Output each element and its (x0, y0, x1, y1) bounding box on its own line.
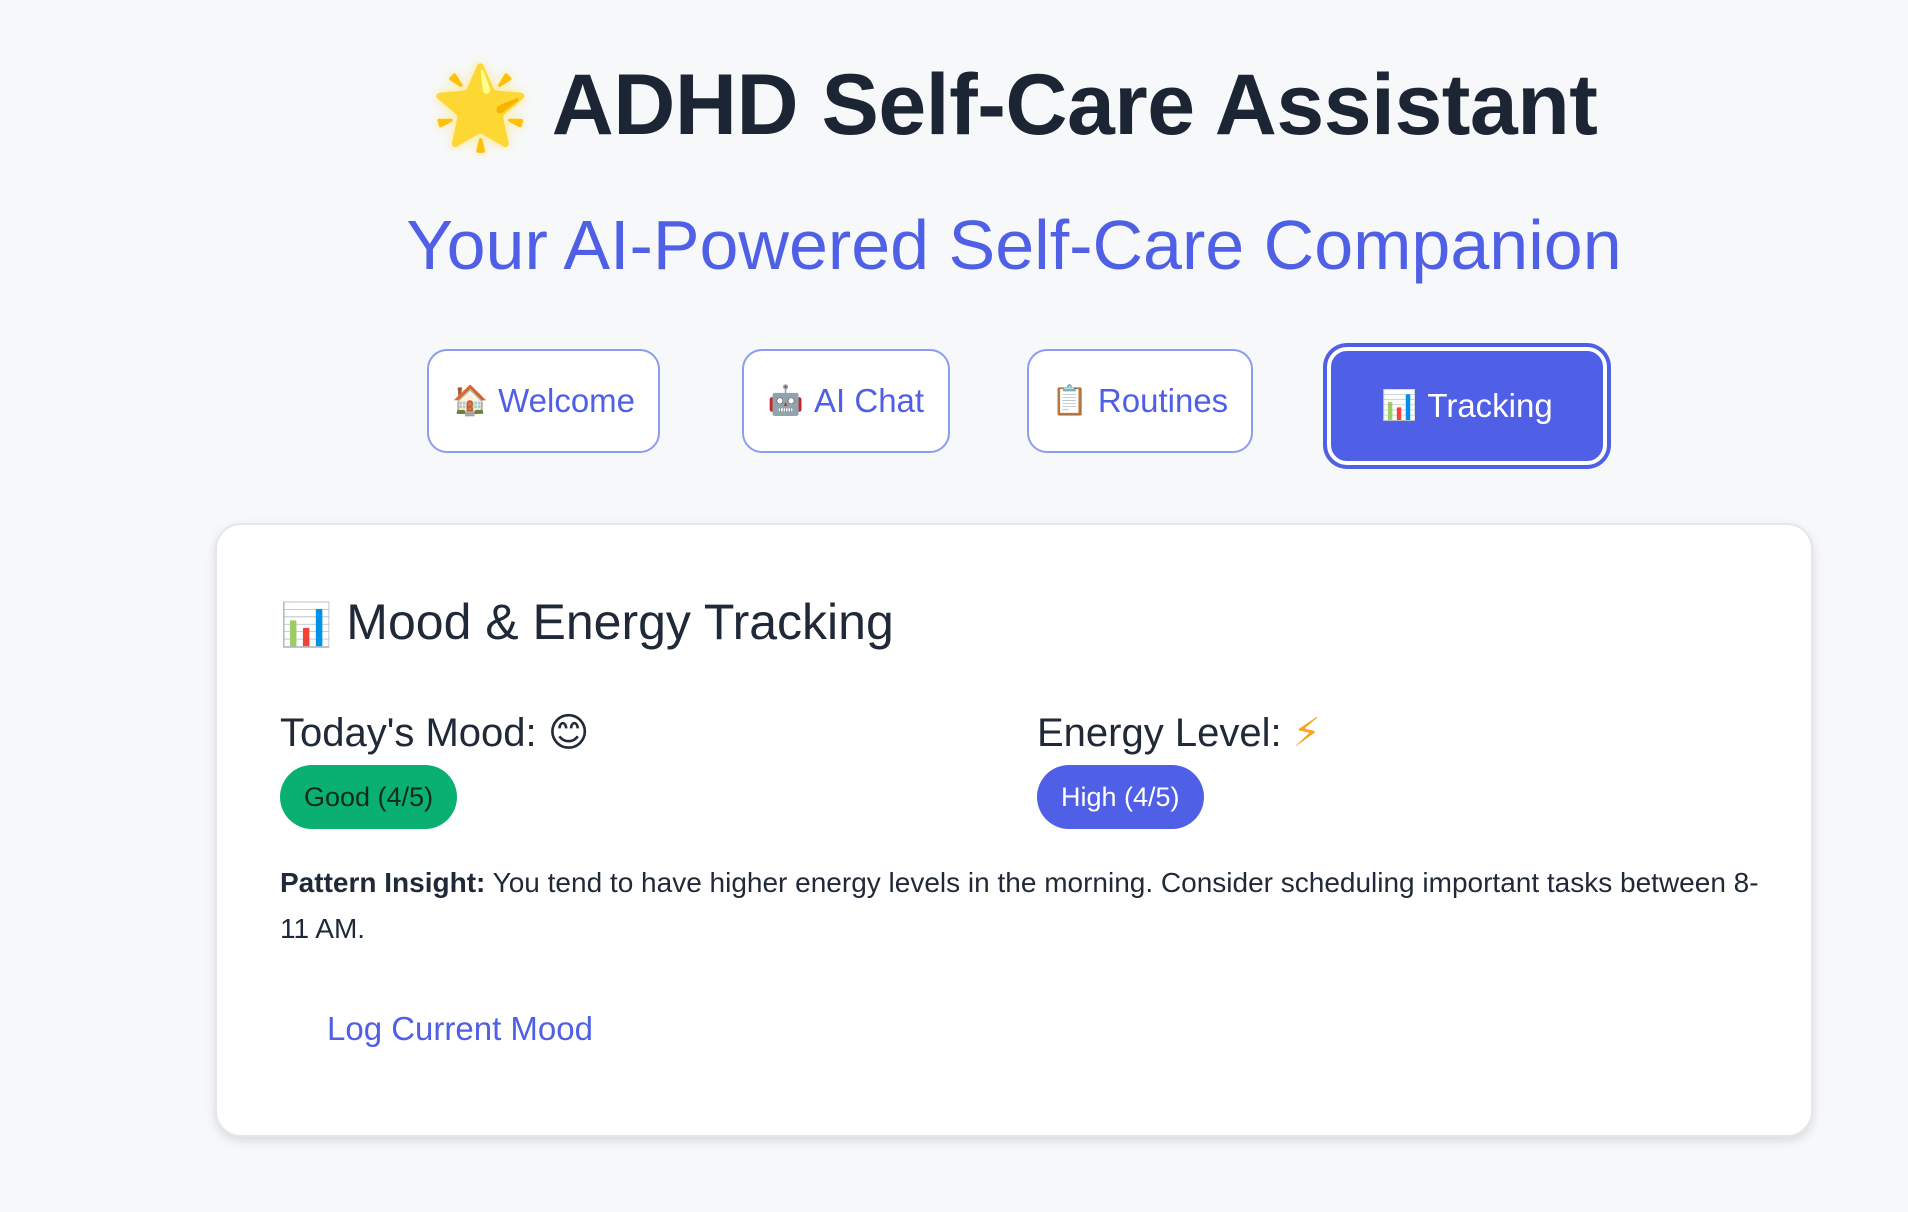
robot-icon: 🤖 (767, 385, 805, 417)
tracking-title-text: Mood & Energy Tracking (346, 594, 894, 650)
lightning-icon: ⚡ (1292, 711, 1321, 755)
mood-badge: Good (4/5) (280, 765, 458, 829)
insight-text: You tend to have higher energy levels in… (280, 867, 1759, 944)
tab-welcome[interactable]: 🏠 Welcome (427, 349, 660, 453)
energy-label-text: Energy Level: (1037, 711, 1282, 755)
tab-label: AI Chat (814, 382, 925, 419)
clipboard-icon: 📋 (1051, 385, 1088, 417)
log-mood-button[interactable]: Log Current Mood (327, 1010, 593, 1048)
page: 🌟 ADHD Self-Care Assistant Your AI-Powere… (0, 0, 1908, 1212)
bar-chart-icon: 📊 (280, 601, 333, 648)
mood-label: Today's Mood: 😊 (280, 710, 590, 756)
house-icon: 🏠 (451, 385, 489, 417)
energy-label: Energy Level: ⚡ (1037, 710, 1321, 756)
tab-ai-chat[interactable]: 🤖 AI Chat (742, 349, 950, 453)
tracking-title: 📊 Mood & Energy Tracking (280, 593, 894, 651)
tab-routines[interactable]: 📋 Routines (1027, 349, 1253, 453)
tab-tracking[interactable]: 📊 Tracking (1327, 347, 1607, 465)
app-subtitle: Your AI-Powered Self-Care Companion (406, 206, 1622, 284)
tab-label: Welcome (498, 382, 636, 419)
insight-label: Pattern Insight: (280, 867, 486, 898)
mood-label-text: Today's Mood: (280, 711, 537, 755)
tab-label: Routines (1097, 382, 1229, 419)
smiley-icon: 😊 (547, 711, 590, 755)
bar-chart-icon: 📊 (1381, 390, 1418, 422)
pattern-insight: Pattern Insight: You tend to have higher… (280, 860, 1760, 952)
star-icon: 🌟 (430, 62, 531, 151)
app-title-text: ADHD Self-Care Assistant (551, 57, 1598, 153)
tab-label: Tracking (1427, 387, 1553, 424)
energy-badge: High (4/5) (1037, 765, 1204, 829)
tracking-card: 📊 Mood & Energy Tracking Today's Mood: 😊 … (215, 523, 1813, 1137)
app-title: 🌟 ADHD Self-Care Assistant (0, 56, 1908, 155)
